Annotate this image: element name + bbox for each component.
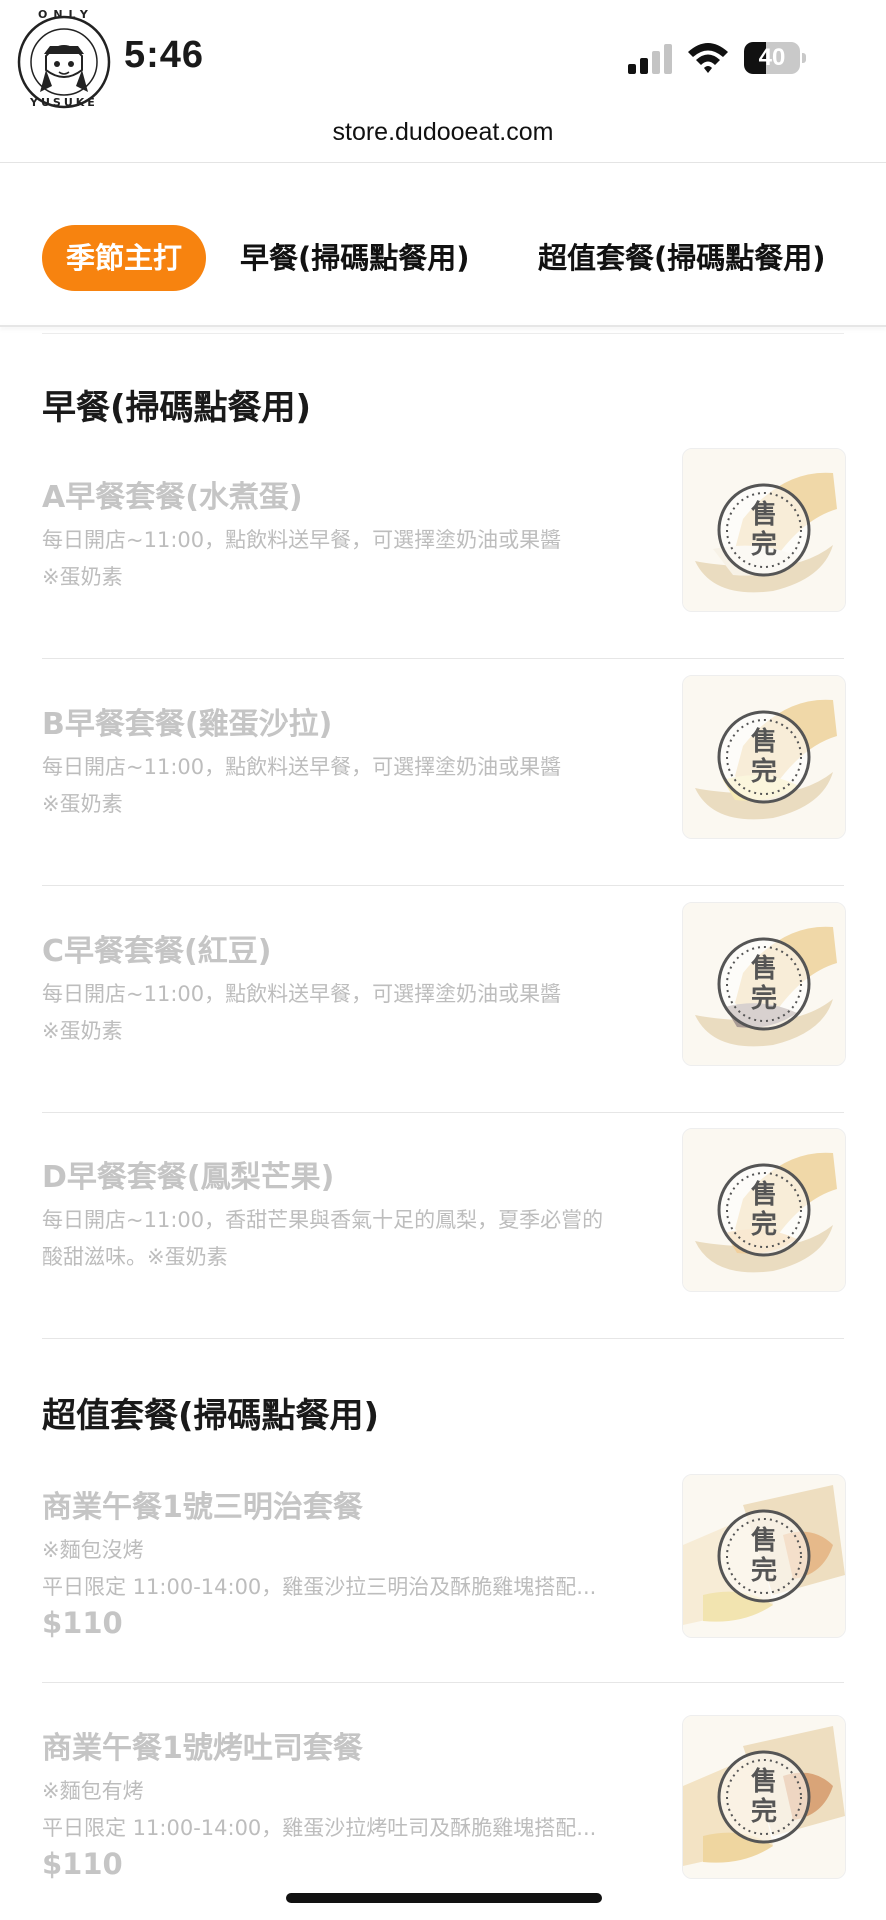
item-description: ※麵包有烤 平日限定 11:00-14:00，雞蛋沙拉烤吐司及酥脆雞塊搭配... [42, 1773, 672, 1847]
item-divider [42, 1112, 844, 1113]
item-name: 商業午餐1號烤吐司套餐 [42, 1731, 363, 1766]
tab-breakfast[interactable]: 早餐(掃碼點餐用) [240, 225, 470, 291]
sold-out-label: 售完 [750, 727, 777, 787]
item-description: 每日開店~11:00，點飲料送早餐，可選擇塗奶油或果醬 ※蛋奶素 [42, 522, 672, 596]
item-desc-line: ※麵包沒烤 [42, 1538, 144, 1562]
item-image: 售完 [682, 1715, 846, 1879]
avatar-text-bottom: YUSUKE [30, 96, 98, 109]
category-tabs: 季節主打 早餐(掃碼點餐用) 超值套餐(掃碼點餐用) [0, 225, 886, 295]
header-divider [0, 162, 886, 163]
tab-seasonal[interactable]: 季節主打 [42, 225, 207, 291]
item-divider [42, 658, 844, 659]
item-image: 售完 [682, 902, 846, 1066]
home-indicator[interactable] [286, 1893, 602, 1903]
item-desc-line: 平日限定 11:00-14:00，雞蛋沙拉三明治及酥脆雞塊搭配... [42, 1575, 597, 1599]
item-name: B早餐套餐(雞蛋沙拉) [42, 707, 333, 742]
avatar-text-top: ONLY [38, 8, 94, 21]
item-divider [42, 885, 844, 886]
item-desc-line: ※蛋奶素 [42, 565, 123, 589]
sold-out-label: 售完 [750, 954, 777, 1014]
item-description: 每日開店~11:00，點飲料送早餐，可選擇塗奶油或果醬 ※蛋奶素 [42, 749, 672, 823]
tabs-divider [0, 325, 886, 327]
item-name: C早餐套餐(紅豆) [42, 934, 272, 969]
status-bar: ONLY YUSUKE 5:46 40 store.dudooeat.com [0, 0, 886, 146]
item-desc-line: 每日開店~11:00，點飲料送早餐，可選擇塗奶油或果醬 [42, 528, 562, 552]
battery-icon: 40 [744, 42, 808, 74]
item-description: ※麵包沒烤 平日限定 11:00-14:00，雞蛋沙拉三明治及酥脆雞塊搭配... [42, 1532, 672, 1606]
section-title-value-sets: 超值套餐(掃碼點餐用) [42, 1396, 380, 1436]
sold-out-label: 售完 [750, 1767, 777, 1827]
item-description: 每日開店~11:00，點飲料送早餐，可選擇塗奶油或果醬 ※蛋奶素 [42, 976, 672, 1050]
item-price: $110 [42, 1606, 123, 1640]
item-name: 商業午餐1號三明治套餐 [42, 1490, 363, 1525]
sold-out-label: 售完 [750, 1180, 777, 1240]
cellular-signal-icon [628, 44, 672, 74]
item-image: 售完 [682, 1474, 846, 1638]
item-price: $110 [42, 1847, 123, 1881]
item-divider [42, 1338, 844, 1339]
item-desc-line: 酸甜滋味。※蛋奶素 [42, 1245, 228, 1269]
address-bar-url[interactable]: store.dudooeat.com [0, 118, 886, 147]
tab-value-sets[interactable]: 超值套餐(掃碼點餐用) [538, 225, 826, 291]
item-desc-line: 平日限定 11:00-14:00，雞蛋沙拉烤吐司及酥脆雞塊搭配... [42, 1816, 597, 1840]
item-desc-line: 每日開店~11:00，點飲料送早餐，可選擇塗奶油或果醬 [42, 982, 562, 1006]
item-image: 售完 [682, 675, 846, 839]
item-image: 售完 [682, 448, 846, 612]
sold-out-label: 售完 [750, 500, 777, 560]
wifi-icon [688, 43, 728, 73]
sold-out-label: 售完 [750, 1526, 777, 1586]
clock: 5:46 [124, 34, 205, 76]
item-image: 售完 [682, 1128, 846, 1292]
section-title-breakfast: 早餐(掃碼點餐用) [42, 388, 312, 428]
item-desc-line: ※麵包有烤 [42, 1779, 144, 1803]
item-desc-line: ※蛋奶素 [42, 1019, 123, 1043]
item-name: D早餐套餐(鳳梨芒果) [42, 1160, 335, 1195]
item-desc-line: 每日開店~11:00，點飲料送早餐，可選擇塗奶油或果醬 [42, 755, 562, 779]
item-desc-line: 每日開店~11:00，香甜芒果與香氣十足的鳳梨，夏季必嘗的 [42, 1208, 604, 1232]
item-divider [42, 1682, 844, 1683]
battery-level: 40 [758, 44, 786, 71]
item-desc-line: ※蛋奶素 [42, 792, 123, 816]
item-description: 每日開店~11:00，香甜芒果與香氣十足的鳳梨，夏季必嘗的 酸甜滋味。※蛋奶素 [42, 1202, 682, 1276]
item-name: A早餐套餐(水煮蛋) [42, 480, 303, 515]
tabs-divider-inner [42, 333, 844, 334]
